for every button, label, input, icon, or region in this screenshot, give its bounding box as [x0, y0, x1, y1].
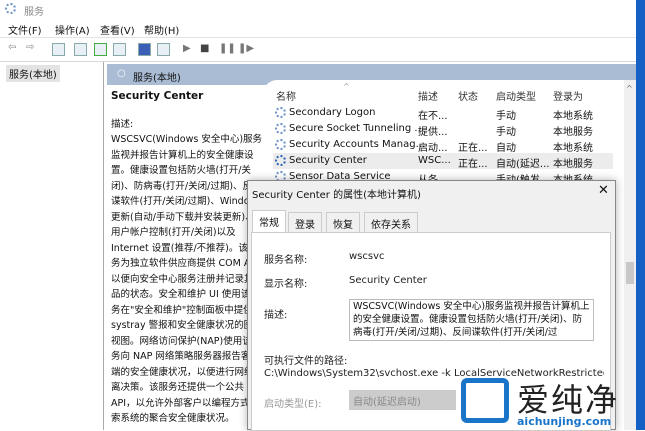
stop-icon[interactable]: ■ — [200, 43, 209, 54]
tree-pane: 服务(本地) — [0, 62, 104, 430]
export-list-icon[interactable] — [113, 43, 126, 56]
service-title: Security Center — [111, 90, 204, 102]
properties-icon[interactable] — [157, 43, 170, 56]
search-icon: ○ — [117, 68, 126, 79]
row-logon: 本地系统 — [553, 111, 593, 122]
toolbar: ⇦ ⇨ ▶ ■ ❚❚ ❚▶ — [0, 38, 636, 62]
menu-action[interactable]: 操作(A) — [55, 22, 90, 37]
row-status: 正在... — [458, 143, 488, 154]
row-name: Secondary Logon — [289, 107, 376, 118]
row-desc: WSC... — [418, 155, 451, 166]
window-title: 服务 — [24, 7, 44, 18]
back-icon[interactable]: ⇦ — [8, 42, 16, 53]
start-icon[interactable]: ▶ — [183, 43, 191, 54]
description-text: WSCSVC(Windows 安全中心)服务监视并报告计算机上的安全健康设置。健… — [111, 134, 264, 424]
description-pane: Security Center 描述: WSCSVC(Windows 安全中心)… — [107, 85, 267, 430]
description-label: 描述: — [264, 310, 288, 321]
description-textbox[interactable]: WSCSVC(Windows 安全中心)服务监视并报告计算机上的安全健康设置。健… — [349, 299, 594, 341]
tab-logon[interactable]: 登录 — [288, 212, 322, 232]
row-startup: 自动 — [496, 143, 516, 154]
row-logon: 本地服务 — [553, 159, 593, 170]
table-row[interactable]: Secondary Logon 在不... 手动 本地系统 — [273, 105, 613, 122]
help-icon[interactable] — [138, 43, 151, 56]
scroll-up-icon[interactable]: ^ — [626, 84, 633, 93]
description-label: 描述: — [111, 118, 134, 130]
column-name[interactable]: 名称 — [276, 88, 296, 103]
row-name: Security Center — [289, 155, 367, 166]
startup-type-label: 启动类型(E): — [264, 399, 322, 410]
gear-icon — [275, 107, 286, 118]
row-logon: 本地系统 — [553, 143, 593, 154]
path-label: 可执行文件的路径: — [264, 356, 348, 367]
menu-view[interactable]: 查看(V) — [100, 22, 135, 37]
table-row[interactable]: Security Accounts Manag... 启动... 正在... 自动 本地… — [273, 137, 613, 154]
display-name-value: Security Center — [349, 275, 427, 286]
row-logon: 本地服务 — [553, 127, 593, 138]
tab-dependencies[interactable]: 依存关系 — [364, 212, 418, 232]
row-name: Security Accounts Manag... — [289, 139, 426, 150]
gear-icon — [275, 139, 286, 150]
row-desc: 提供... — [418, 127, 448, 138]
row-desc: 启动... — [418, 143, 448, 154]
display-name-label: 显示名称: — [264, 279, 308, 290]
service-name-label: 服务名称: — [264, 255, 308, 266]
services-icon — [5, 3, 16, 14]
panel-header-title: 服务(本地) — [133, 73, 181, 84]
row-name: Secure Socket Tunneling ... — [289, 123, 424, 134]
menu-help[interactable]: 帮助(H) — [144, 22, 179, 37]
title-bar: 服务 — [0, 0, 636, 18]
service-name-value: wscsvc — [349, 251, 385, 262]
tab-general[interactable]: 常规 — [252, 210, 286, 233]
row-startup: 手动 — [496, 127, 516, 138]
column-status[interactable]: 状态 — [458, 88, 478, 103]
startup-type-select[interactable]: 自动(延迟启动) — [349, 390, 456, 410]
column-logon-as[interactable]: 登录为 — [553, 88, 583, 103]
column-description[interactable]: 描述 — [418, 88, 438, 103]
gear-icon — [275, 155, 286, 166]
watermark-url: aichunjing.com — [517, 415, 612, 428]
close-icon[interactable]: ✕ — [598, 183, 609, 198]
column-startup-type[interactable]: 启动类型 — [496, 88, 536, 103]
refresh-icon[interactable] — [94, 43, 107, 56]
restart-icon[interactable]: ❚▶ — [238, 43, 254, 54]
row-status: 正在... — [458, 159, 488, 170]
show-hide-tree-icon[interactable] — [52, 43, 65, 56]
export-icon[interactable] — [74, 43, 87, 56]
menu-file[interactable]: 文件(F) — [8, 22, 42, 37]
sort-arrow-icon: ^ — [343, 82, 350, 91]
dialog-title: Security Center 的属性(本地计算机) — [252, 190, 421, 201]
forward-icon[interactable]: ⇨ — [26, 42, 34, 53]
watermark: 爱纯净 aichunjing.com — [455, 375, 645, 430]
pause-icon[interactable]: ❚❚ — [219, 43, 236, 54]
row-startup: 自动(延迟... — [496, 159, 550, 170]
table-row-selected[interactable]: Security Center WSC... 正在... 自动(延迟... 本地服务 — [273, 153, 613, 170]
row-desc: 在不... — [418, 111, 448, 122]
desktop-background — [636, 0, 645, 430]
scroll-thumb[interactable] — [626, 262, 634, 284]
row-startup: 手动 — [496, 111, 516, 122]
menu-bar: 文件(F) 操作(A) 查看(V) 帮助(H) — [0, 18, 636, 38]
gear-icon — [275, 123, 286, 134]
tree-item-services-local[interactable]: 服务(本地) — [6, 65, 60, 82]
table-row[interactable]: Secure Socket Tunneling ... 提供... 手动 本地服务 — [273, 121, 613, 138]
watermark-logo — [461, 378, 509, 423]
tab-recovery[interactable]: 恢复 — [326, 212, 360, 232]
